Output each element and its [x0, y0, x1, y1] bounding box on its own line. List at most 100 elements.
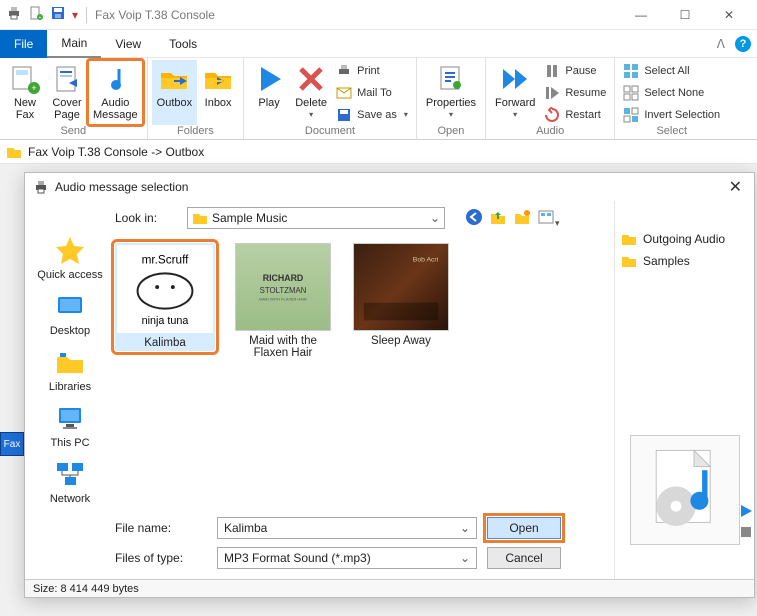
- dialog-statusbar: Size: 8 414 449 bytes: [25, 579, 754, 597]
- help-icon[interactable]: ?: [735, 36, 751, 52]
- ribbon-group-open: Properties ▾ Open: [417, 58, 486, 139]
- save-icon: [336, 107, 352, 123]
- cover-page-button[interactable]: Cover Page: [46, 60, 88, 125]
- ribbon-group-audio: Forward ▾ Pause Resume Restart Audio: [486, 58, 615, 139]
- pc-icon: [54, 403, 86, 435]
- lookin-combo[interactable]: Sample Music ⌄: [187, 207, 445, 229]
- label: Select All: [644, 65, 689, 77]
- new-fax-button[interactable]: + New Fax: [4, 60, 46, 125]
- place-network[interactable]: Network: [50, 459, 90, 505]
- svg-text:+: +: [39, 15, 42, 21]
- ribbon-group-send: + New Fax Cover Page Audio Message Send: [0, 58, 148, 139]
- folder-outgoing-audio[interactable]: Outgoing Audio: [621, 231, 748, 247]
- outbox-button[interactable]: Outbox: [152, 60, 197, 125]
- up-folder-icon[interactable]: [489, 208, 507, 229]
- quick-access-toolbar: + ▾: [6, 5, 78, 24]
- filetype-value: MP3 Format Sound (*.mp3): [224, 551, 371, 565]
- tab-view[interactable]: View: [101, 30, 155, 58]
- libraries-icon: [54, 347, 86, 379]
- tab-file[interactable]: File: [0, 30, 47, 58]
- save-icon[interactable]: [50, 5, 66, 24]
- ribbon: + New Fax Cover Page Audio Message Send …: [0, 58, 757, 140]
- label: Cover Page: [52, 97, 81, 121]
- inbox-button[interactable]: Inbox: [197, 60, 239, 125]
- dialog-center: Look in: Sample Music ⌄ ▾ mr.Scruffninja…: [115, 201, 614, 579]
- printer-icon[interactable]: [6, 5, 22, 24]
- preview-stop-button[interactable]: [739, 525, 753, 542]
- label: Audio Message: [93, 97, 138, 121]
- saveas-item[interactable]: Save as▾: [336, 105, 408, 125]
- mailto-item[interactable]: Mail To: [336, 83, 408, 103]
- label: Restart: [565, 109, 600, 121]
- new-doc-icon[interactable]: +: [28, 5, 44, 24]
- ribbon-group-folders: Outbox Inbox Folders: [148, 58, 244, 139]
- select-all-icon: [623, 63, 639, 79]
- place-this-pc[interactable]: This PC: [50, 403, 89, 449]
- invert-selection-item[interactable]: Invert Selection: [623, 105, 720, 125]
- file-item-kalimba[interactable]: mr.Scruffninja tuna Kalimba: [115, 243, 215, 351]
- svg-text:STOLTZMAN: STOLTZMAN: [260, 286, 307, 295]
- collapse-ribbon-icon[interactable]: ᐱ: [717, 37, 725, 51]
- audio-message-button[interactable]: Audio Message: [88, 60, 143, 125]
- ribbon-group-document: Play Delete ▾ Print Mail To Save as▾ Doc…: [244, 58, 417, 139]
- delete-button[interactable]: Delete ▾: [290, 60, 332, 125]
- new-folder-icon[interactable]: [513, 208, 531, 229]
- titlebar: + ▾ Fax Voip T.38 Console — ☐ ✕: [0, 0, 757, 30]
- restart-item[interactable]: Restart: [544, 105, 606, 125]
- select-all-item[interactable]: Select All: [623, 61, 720, 81]
- star-icon: [54, 235, 86, 267]
- view-menu-icon[interactable]: ▾: [537, 208, 560, 229]
- play-button[interactable]: Play: [248, 60, 290, 125]
- filetype-combo[interactable]: MP3 Format Sound (*.mp3) ⌄: [217, 547, 477, 569]
- label: Inbox: [205, 97, 232, 109]
- folder-in-icon: [202, 63, 234, 95]
- svg-text:+: +: [31, 83, 36, 93]
- cancel-button[interactable]: Cancel: [487, 547, 561, 569]
- folder-icon: [6, 144, 22, 160]
- filename-value: Kalimba: [224, 521, 267, 535]
- print-item[interactable]: Print: [336, 61, 408, 81]
- svg-text:Bob Acri: Bob Acri: [413, 257, 439, 264]
- file-name: Kalimba: [144, 337, 186, 349]
- ribbon-group-select: Select All Select None Invert Selection …: [615, 58, 728, 139]
- preview-play-button[interactable]: [739, 504, 753, 521]
- place-desktop[interactable]: Desktop: [50, 291, 90, 337]
- open-button[interactable]: Open: [487, 517, 561, 539]
- svg-text:ninja tuna: ninja tuna: [142, 315, 189, 327]
- label: Play: [258, 97, 279, 109]
- resume-item[interactable]: Resume: [544, 83, 606, 103]
- label: Quick access: [37, 269, 102, 281]
- back-icon[interactable]: [465, 208, 483, 229]
- group-label: Audio: [490, 125, 610, 139]
- places-bar: Quick access Desktop Libraries This PC N…: [25, 201, 115, 579]
- close-button[interactable]: ✕: [707, 0, 751, 30]
- svg-text:MAID WITH FLAXEN HAIR: MAID WITH FLAXEN HAIR: [259, 297, 307, 302]
- group-label: Send: [4, 125, 143, 139]
- label: This PC: [50, 437, 89, 449]
- label: Libraries: [49, 381, 91, 393]
- label: Delete: [295, 97, 327, 109]
- tab-main[interactable]: Main: [47, 30, 101, 58]
- mail-icon: [336, 85, 352, 101]
- folder-samples[interactable]: Samples: [621, 253, 748, 269]
- place-libraries[interactable]: Libraries: [49, 347, 91, 393]
- file-item-maid[interactable]: RICHARDSTOLTZMANMAID WITH FLAXEN HAIR Ma…: [233, 243, 333, 359]
- pause-item[interactable]: Pause: [544, 61, 606, 81]
- dialog-close-button[interactable]: ✕: [725, 177, 746, 197]
- filename-input[interactable]: Kalimba ⌄: [217, 517, 477, 539]
- group-label: Folders: [152, 125, 239, 139]
- tab-tools[interactable]: Tools: [155, 30, 211, 58]
- minimize-button[interactable]: —: [619, 0, 663, 30]
- forward-icon: [499, 63, 531, 95]
- properties-button[interactable]: Properties ▾: [421, 60, 481, 125]
- maximize-button[interactable]: ☐: [663, 0, 707, 30]
- forward-button[interactable]: Forward ▾: [490, 60, 540, 125]
- preview-pane: [630, 435, 740, 545]
- label: Select None: [644, 87, 704, 99]
- select-none-icon: [623, 85, 639, 101]
- file-item-sleep-away[interactable]: Bob Acri Sleep Away: [351, 243, 451, 347]
- taskbar-pinned-app[interactable]: Fax: [0, 432, 24, 456]
- qat-dropdown-icon[interactable]: ▾: [72, 8, 78, 22]
- select-none-item[interactable]: Select None: [623, 83, 720, 103]
- place-quick-access[interactable]: Quick access: [37, 235, 102, 281]
